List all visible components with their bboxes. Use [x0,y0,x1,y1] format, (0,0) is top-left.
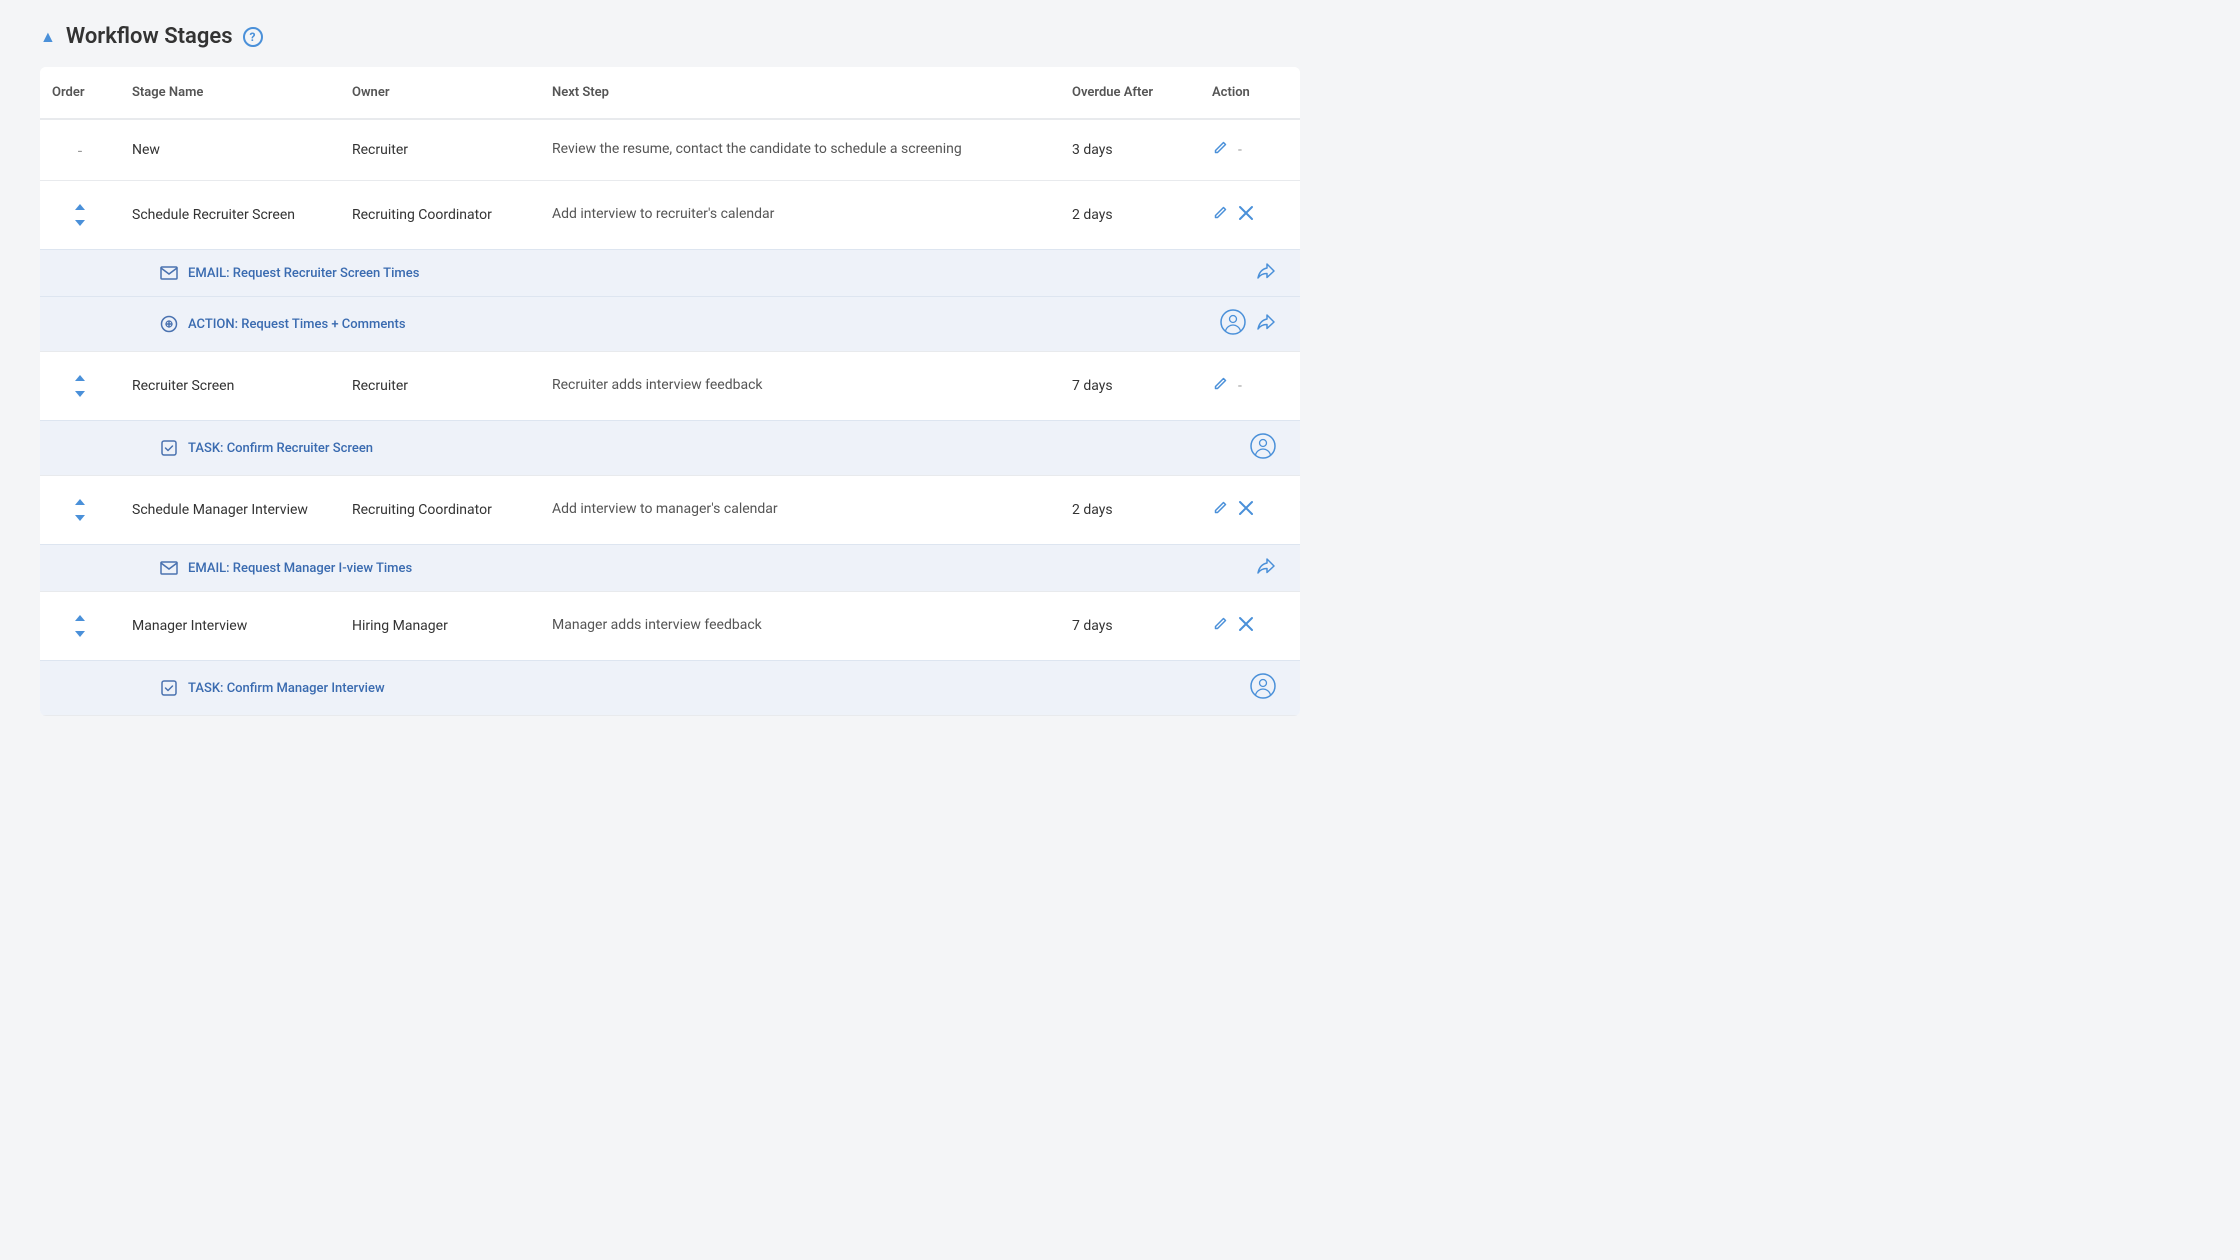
stage-name-cell: Schedule Recruiter Screen [120,203,340,227]
sub-row-label: EMAIL: Request Manager I-view Times [120,561,1160,576]
sub-row: TASK: Confirm Recruiter Screen [40,420,1300,475]
stage-action-cell [1200,201,1300,230]
stage-action-cell [1200,612,1300,641]
sub-row-actions [1160,433,1300,463]
sub-row-label: TASK: Confirm Recruiter Screen [120,439,1160,457]
sub-row-text: TASK: Confirm Recruiter Screen [188,441,373,456]
stage-overdue-cell: 7 days [1060,374,1200,398]
email-icon [160,266,178,280]
stage-main-row: Schedule Recruiter ScreenRecruiting Coor… [40,181,1300,249]
table-header: Order Stage Name Owner Next Step Overdue… [40,67,1300,120]
stage-row: Manager InterviewHiring ManagerManager a… [40,592,1300,716]
stage-owner-cell: Recruiting Coordinator [340,203,540,227]
stage-overdue-cell: 7 days [1060,614,1200,638]
order-cell[interactable] [40,368,120,404]
edit-icon[interactable] [1212,616,1228,636]
stage-main-row: -NewRecruiterReview the resume, contact … [40,120,1300,180]
edit-icon[interactable] [1212,376,1228,396]
sub-row-text: EMAIL: Request Recruiter Screen Times [188,266,419,281]
section-title: Workflow Stages [66,24,233,49]
stage-name-cell: New [120,138,340,162]
stage-next-step-cell: Manager adds interview feedback [540,612,1060,640]
collapse-icon[interactable]: ▲ [40,27,56,47]
stage-owner-cell: Recruiting Coordinator [340,498,540,522]
stage-owner-cell: Recruiter [340,138,540,162]
sub-row: ACTION: Request Times + Comments [40,296,1300,351]
stage-next-step-cell: Add interview to recruiter's calendar [540,201,1060,229]
stage-action-cell: - [1200,372,1300,400]
stage-row: -NewRecruiterReview the resume, contact … [40,120,1300,181]
col-next-step: Next Step [540,77,1060,108]
stage-row: Schedule Recruiter ScreenRecruiting Coor… [40,181,1300,352]
sub-row: EMAIL: Request Manager I-view Times [40,544,1300,591]
stage-name-cell: Manager Interview [120,614,340,638]
task-icon [160,439,178,457]
stage-owner-cell: Hiring Manager [340,614,540,638]
sub-row-label: TASK: Confirm Manager Interview [120,679,1160,697]
stage-name-cell: Schedule Manager Interview [120,498,340,522]
sub-row-actions [1160,557,1300,579]
delete-icon[interactable] [1238,616,1254,637]
workflow-table: Order Stage Name Owner Next Step Overdue… [40,67,1300,716]
stage-action-cell [1200,496,1300,525]
assign-avatar-icon[interactable] [1220,309,1246,339]
sub-row: TASK: Confirm Manager Interview [40,660,1300,715]
stage-name-cell: Recruiter Screen [120,374,340,398]
stage-action-cell: - [1200,136,1300,164]
order-cell[interactable] [40,492,120,528]
col-order: Order [40,77,120,108]
action-icon [160,315,178,333]
stage-owner-cell: Recruiter [340,374,540,398]
col-stage-name: Stage Name [120,77,340,108]
email-icon [160,561,178,575]
assign-avatar-icon[interactable] [1250,433,1276,463]
edit-icon[interactable] [1212,205,1228,225]
edit-icon[interactable] [1212,140,1228,160]
stage-main-row: Schedule Manager InterviewRecruiting Coo… [40,476,1300,544]
assign-avatar-icon[interactable] [1250,673,1276,703]
stage-main-row: Recruiter ScreenRecruiterRecruiter adds … [40,352,1300,420]
sub-row-text: ACTION: Request Times + Comments [188,317,406,332]
col-owner: Owner [340,77,540,108]
stage-row: Schedule Manager InterviewRecruiting Coo… [40,476,1300,592]
col-action: Action [1200,77,1300,108]
sub-row-label: EMAIL: Request Recruiter Screen Times [120,266,1160,281]
stage-overdue-cell: 2 days [1060,203,1200,227]
edit-icon[interactable] [1212,500,1228,520]
stage-next-step-cell: Review the resume, contact the candidate… [540,136,1060,164]
sub-row-text: EMAIL: Request Manager I-view Times [188,561,412,576]
share-icon[interactable] [1256,262,1276,284]
action-dash: - [1238,142,1242,158]
order-cell[interactable] [40,608,120,644]
share-icon[interactable] [1256,313,1276,335]
delete-icon[interactable] [1238,205,1254,226]
stages-container: -NewRecruiterReview the resume, contact … [40,120,1300,716]
stage-next-step-cell: Add interview to manager's calendar [540,496,1060,524]
task-icon [160,679,178,697]
sub-row-text: TASK: Confirm Manager Interview [188,681,385,696]
sub-row-actions [1160,673,1300,703]
order-cell[interactable] [40,197,120,233]
stage-row: Recruiter ScreenRecruiterRecruiter adds … [40,352,1300,476]
col-overdue-after: Overdue After [1060,77,1200,108]
stage-overdue-cell: 3 days [1060,138,1200,162]
delete-icon[interactable] [1238,500,1254,521]
sub-row-label: ACTION: Request Times + Comments [120,315,1160,333]
sub-row: EMAIL: Request Recruiter Screen Times [40,249,1300,296]
stage-next-step-cell: Recruiter adds interview feedback [540,372,1060,400]
order-cell: - [40,137,120,164]
sub-row-actions [1160,262,1300,284]
action-dash: - [1238,378,1242,394]
stage-main-row: Manager InterviewHiring ManagerManager a… [40,592,1300,660]
help-icon[interactable]: ? [243,27,263,47]
sub-row-actions [1160,309,1300,339]
stage-overdue-cell: 2 days [1060,498,1200,522]
share-icon[interactable] [1256,557,1276,579]
